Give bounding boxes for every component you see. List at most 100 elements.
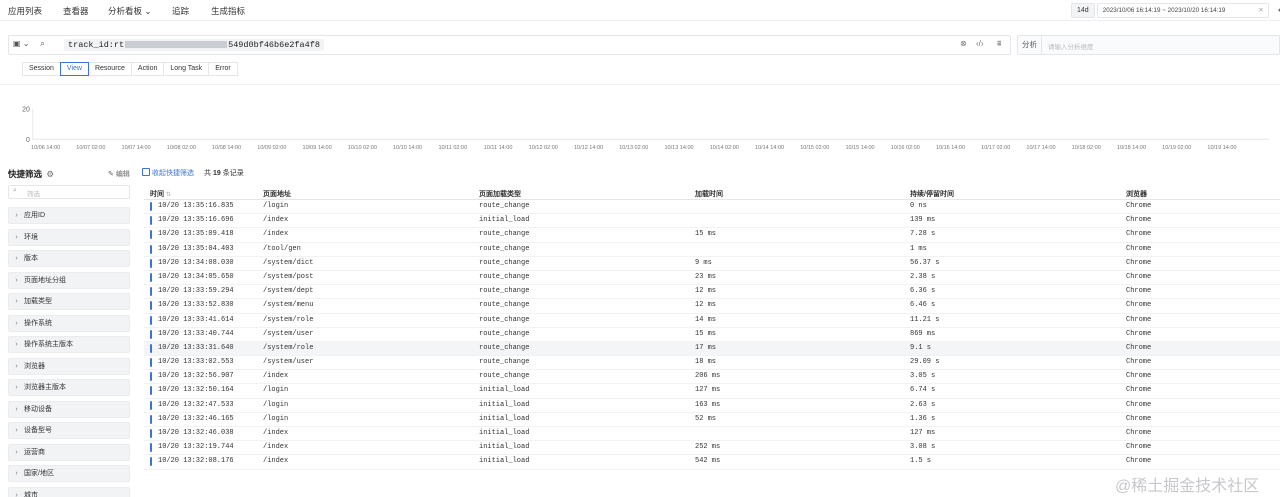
cell-page-url: /index xyxy=(263,429,289,437)
table-row[interactable]: 10/20 13:35:09.418/index route_change 15 m… xyxy=(144,228,1280,243)
table-row[interactable]: 10/20 13:33:31.640/system/role route_chan… xyxy=(144,341,1280,357)
edit-label: 编辑 xyxy=(115,171,130,178)
nav-dashboard[interactable]: 分析看板 ⌄ xyxy=(108,5,152,17)
cell-time: 10/20 13:34:05.650 xyxy=(158,272,234,281)
nav-viewer[interactable]: 查看器 xyxy=(63,5,89,17)
x-tick-label: 10/16 02:00 xyxy=(891,145,920,151)
table-row[interactable]: 10/20 13:34:08.030/system/dict route_chan… xyxy=(144,257,1280,271)
row-status-bar xyxy=(150,414,152,424)
facet-item[interactable]: › 移动设备 xyxy=(8,400,130,418)
cell-load-type: route_change xyxy=(479,230,530,239)
edit-filters-button[interactable]: ✎ 编辑 xyxy=(108,169,130,179)
filter-settings-icon[interactable]: ⩩ xyxy=(997,39,1001,49)
facet-item[interactable]: › 加载类型 xyxy=(8,293,130,310)
chevron-down-icon: ⌄ xyxy=(144,6,152,16)
analyze-input[interactable]: 分析 请输入分析维度 xyxy=(1017,35,1280,55)
facet-item[interactable]: › 页面地址分组 xyxy=(8,271,130,289)
cell-page-url: /login xyxy=(263,400,289,409)
nav-trace[interactable]: 追踪 xyxy=(172,5,189,17)
collapse-filter-button[interactable]: 收起快捷筛选 xyxy=(142,168,194,178)
filter-title-text: 快捷筛选 xyxy=(8,169,43,179)
tab-action[interactable]: Action xyxy=(130,62,165,76)
sort-icon[interactable]: ⇅ xyxy=(166,192,171,198)
table-row[interactable]: 10/20 13:33:52.830/system/menu route_chan… xyxy=(144,299,1280,314)
facet-item[interactable]: › 浏览器主版本 xyxy=(8,379,130,396)
time-range-picker[interactable]: 2023/10/06 16:14:19 ~ 2023/10/20 16:14:1… xyxy=(1096,2,1269,18)
row-status-bar xyxy=(150,343,152,353)
col-time[interactable]: 时间 ⇅ xyxy=(150,189,171,199)
table-row[interactable]: 10/20 13:32:47.533/login initial_load 163 … xyxy=(144,399,1280,413)
nav-app-list[interactable]: 应用列表 xyxy=(8,5,42,17)
cell-page-url: /system/user xyxy=(263,329,314,338)
cell-page-url: /index xyxy=(263,372,289,381)
tab-error[interactable]: Error xyxy=(208,62,238,76)
table-row[interactable]: 10/20 13:32:50.164/login initial_load 127 … xyxy=(144,384,1280,399)
facet-item[interactable]: › 应用ID xyxy=(8,207,130,224)
filter-search-input[interactable]: ⌕ 筛选 xyxy=(8,185,130,199)
tab-view[interactable]: View xyxy=(59,62,89,76)
table-row[interactable]: 10/20 13:33:41.614/system/role route_chan… xyxy=(144,314,1280,328)
row-status-bar xyxy=(150,400,152,410)
cell-load-type: route_change xyxy=(479,358,530,367)
cell-page-url: /system/user xyxy=(263,358,314,367)
table-row[interactable]: 10/20 13:33:59.294/system/dept route_chan… xyxy=(144,285,1280,300)
cell-browser: Chrome xyxy=(1126,358,1152,367)
analyze-placeholder: 请输入分析维度 xyxy=(1048,44,1094,51)
cell-browser: Chrome xyxy=(1126,329,1152,338)
cell-load-time: 9 ms xyxy=(695,258,712,267)
facet-item[interactable]: › 城市 xyxy=(8,486,130,497)
facet-label: 操作系统 xyxy=(24,319,52,327)
chevron-right-icon: › xyxy=(15,427,18,434)
nav-generate-metrics[interactable]: 生成指标 xyxy=(211,5,245,17)
facet-item[interactable]: › 版本 xyxy=(8,250,130,267)
range-preset-button[interactable]: 14d xyxy=(1071,2,1095,18)
facet-item[interactable]: › 操作系统 xyxy=(8,314,130,332)
table-row[interactable]: 10/20 13:34:05.650/system/post route_chan… xyxy=(144,271,1280,286)
table-row[interactable]: 10/20 13:33:40.744/system/user route_chan… xyxy=(144,328,1280,342)
facet-item[interactable]: › 环境 xyxy=(8,228,130,246)
code-icon[interactable]: ‹/› xyxy=(976,39,984,48)
facet-label: 页面地址分组 xyxy=(24,276,66,284)
table-row[interactable]: 10/20 13:33:02.553/system/user route_chan… xyxy=(144,356,1280,371)
table-row[interactable]: 10/20 13:32:56.907/index route_change 206 … xyxy=(144,370,1280,385)
cell-page-url: /system/post xyxy=(263,272,314,281)
table-row[interactable]: 10/20 13:32:46.038/index initial_load 127 … xyxy=(144,427,1280,442)
cell-duration: 2.63 s xyxy=(910,400,936,409)
gear-icon[interactable]: ⚙ xyxy=(46,169,54,179)
cell-duration: 3.08 s xyxy=(910,443,936,452)
facet-item[interactable]: › 设备型号 xyxy=(8,422,130,439)
table-row[interactable]: 10/20 13:35:16.835/login route_change 0 ns… xyxy=(144,200,1280,215)
table-row[interactable]: 10/20 13:32:46.165/login initial_load 52 m… xyxy=(144,413,1280,427)
x-tick-label: 10/15 02:00 xyxy=(800,145,829,151)
facet-item[interactable]: › 浏览器 xyxy=(8,357,130,375)
nav-dashboard-label: 分析看板 xyxy=(108,6,143,16)
query-suffix: 549d0bf46b6e2fa4f8 xyxy=(228,40,320,50)
table-row[interactable]: 10/20 13:32:19.744/index initial_load 252 … xyxy=(144,441,1280,456)
facet-item[interactable]: › 操作系统主版本 xyxy=(8,336,130,353)
cell-duration: 11.21 s xyxy=(910,315,940,324)
time-histogram: 20 010/06 14:00 10/07 02:00 10/07 14:00 10/0… xyxy=(0,84,1280,151)
search-query-chip[interactable]: track_id:rt 549d0bf46b6e2fa4f8 xyxy=(64,39,324,51)
cell-browser: Chrome xyxy=(1126,386,1152,395)
cell-browser: Chrome xyxy=(1126,216,1152,225)
table-row[interactable]: 10/20 13:35:16.696/index initial_load 139 … xyxy=(144,214,1280,229)
x-tick-label: 10/09 02:00 xyxy=(257,145,286,151)
clear-icon[interactable]: ✕ xyxy=(1258,4,1263,17)
row-status-bar xyxy=(150,301,152,311)
x-tick-label: 10/10 14:00 xyxy=(393,145,422,151)
x-tick-label: 10/14 14:00 xyxy=(755,145,784,151)
facet-item[interactable]: › 运营商 xyxy=(8,443,130,461)
facet-item[interactable]: › 国家/地区 xyxy=(8,465,130,482)
tab-long-task[interactable]: Long Task xyxy=(163,62,210,76)
search-icon: ⌕ xyxy=(40,38,46,48)
cell-load-type: route_change xyxy=(479,372,530,381)
tab-session[interactable]: Session xyxy=(22,62,61,76)
table-row[interactable]: 10/20 13:32:08.176/index initial_load 542 … xyxy=(144,455,1280,470)
table-row[interactable]: 10/20 13:35:04.403/tool/gen route_change 1… xyxy=(144,243,1280,257)
row-status-bar xyxy=(150,429,152,438)
chevron-right-icon: › xyxy=(15,491,18,497)
query-type-selector[interactable]: ▣ ⌄ xyxy=(13,39,29,48)
row-status-bar xyxy=(150,216,152,226)
tab-resource[interactable]: Resource xyxy=(87,62,132,76)
clear-search-icon[interactable]: ⊗ xyxy=(960,39,967,48)
